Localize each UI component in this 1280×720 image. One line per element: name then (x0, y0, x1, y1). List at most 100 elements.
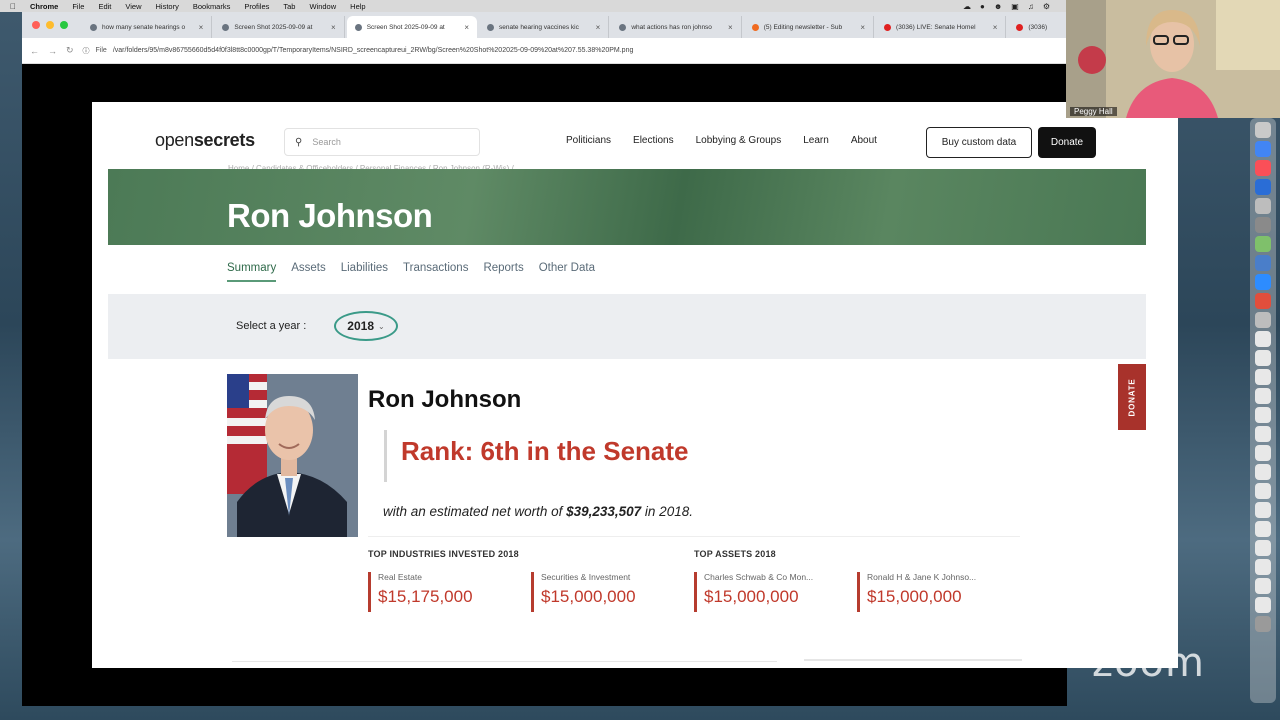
menubar-view[interactable]: View (125, 2, 141, 11)
close-tab-icon[interactable]: × (331, 23, 336, 32)
tab-label: (3036) LIVE: Senate Homel (896, 23, 976, 31)
tab-other-data[interactable]: Other Data (539, 262, 595, 282)
nav-about[interactable]: About (851, 135, 877, 146)
chrome-app-icon[interactable] (1255, 141, 1271, 157)
document-app-icon[interactable] (1255, 578, 1271, 594)
asset-label: Ronald H & Jane K Johnso... (867, 572, 977, 582)
close-window-button[interactable] (32, 21, 40, 29)
browser-tab[interactable]: what actions has ron johnso × (611, 16, 742, 38)
year-selector-bar: Select a year : 2018 ⌄ (108, 294, 1146, 359)
menubar-history[interactable]: History (156, 2, 179, 11)
record-icon[interactable]: ● (980, 2, 985, 11)
forward-arrow-icon[interactable]: → (48, 46, 57, 56)
cloud-app-icon[interactable] (1255, 236, 1271, 252)
screen-icon[interactable]: ▣ (1011, 2, 1019, 11)
user-icon[interactable]: ☻ (994, 2, 1002, 11)
menubar-tab[interactable]: Tab (283, 2, 295, 11)
browser-tab[interactable]: (3036) LIVE: Senate Homel × (876, 16, 1007, 38)
preview-app-icon[interactable] (1255, 255, 1271, 271)
back-arrow-icon[interactable]: ← (30, 46, 39, 56)
browser-tab[interactable]: how many senate hearings o × (82, 16, 213, 38)
document-app-icon[interactable] (1255, 597, 1271, 613)
google-favicon-icon (90, 23, 97, 31)
tab-reports[interactable]: Reports (483, 262, 523, 282)
donate-button[interactable]: Donate (1038, 127, 1096, 158)
document-app-icon[interactable] (1255, 388, 1271, 404)
utility-app-icon[interactable] (1255, 217, 1271, 233)
apple-icon[interactable]:  (10, 2, 16, 11)
browser-tab[interactable]: senate hearing vaccines kic × (479, 16, 610, 38)
reload-icon[interactable]: ↻ (66, 45, 74, 56)
close-tab-icon[interactable]: × (199, 23, 204, 32)
zoom-participant-video[interactable]: Peggy Hall (1066, 0, 1280, 118)
zoom-window-button[interactable] (60, 21, 68, 29)
url-field[interactable]: ⓘ File /var/folders/95/m8v86755660d5d4f0… (83, 46, 634, 56)
word-app-icon[interactable] (1255, 179, 1271, 195)
nav-lobbying-groups[interactable]: Lobbying & Groups (696, 135, 782, 146)
close-tab-icon[interactable]: × (596, 23, 601, 32)
close-tab-icon[interactable]: × (464, 23, 469, 32)
help-app-icon[interactable] (1255, 198, 1271, 214)
site-search-input[interactable]: ⚲ Search (284, 128, 480, 156)
menubar-edit[interactable]: Edit (98, 2, 111, 11)
lower-divider (232, 661, 777, 662)
browser-tab[interactable]: (5) Editing newsletter - Sub × (744, 16, 875, 38)
document-app-icon[interactable] (1255, 350, 1271, 366)
address-bar: ← → ↻ ⓘ File /var/folders/95/m8v86755660… (22, 38, 1067, 64)
year-select[interactable]: 2018 ⌄ (334, 311, 398, 341)
zoom-app-icon[interactable] (1255, 274, 1271, 290)
industry-card[interactable]: Real Estate $15,175,000 (368, 572, 518, 612)
document-app-icon[interactable] (1255, 483, 1271, 499)
trash-icon[interactable] (1255, 616, 1271, 632)
buy-custom-data-button[interactable]: Buy custom data (926, 127, 1032, 158)
document-app-icon[interactable] (1255, 445, 1271, 461)
logo-secrets-text: secrets (193, 130, 255, 150)
close-tab-icon[interactable]: × (860, 23, 865, 32)
document-app-icon[interactable] (1255, 464, 1271, 480)
nav-politicians[interactable]: Politicians (566, 135, 611, 146)
nav-elections[interactable]: Elections (633, 135, 674, 146)
minimize-window-button[interactable] (46, 21, 54, 29)
close-tab-icon[interactable]: × (728, 23, 733, 32)
tab-liabilities[interactable]: Liabilities (341, 262, 388, 282)
asset-card[interactable]: Charles Schwab & Co Mon... $15,000,000 (694, 572, 844, 612)
donate-side-tab[interactable]: DONATE (1118, 364, 1146, 430)
document-app-icon[interactable] (1255, 426, 1271, 442)
browser-tab[interactable]: (3036) (1008, 16, 1067, 38)
photo-app-icon[interactable] (1255, 293, 1271, 309)
nav-learn[interactable]: Learn (803, 135, 829, 146)
asset-card[interactable]: Ronald H & Jane K Johnso... $15,000,000 (857, 572, 1007, 612)
menubar-file[interactable]: File (72, 2, 84, 11)
document-app-icon[interactable] (1255, 502, 1271, 518)
help-app-icon[interactable] (1255, 312, 1271, 328)
menubar-profiles[interactable]: Profiles (244, 2, 269, 11)
opensecrets-logo[interactable]: opensecrets (155, 130, 255, 151)
document-app-icon[interactable] (1255, 540, 1271, 556)
browser-tab[interactable]: Screen Shot 2025-09-09 at × (214, 16, 345, 38)
search-placeholder: Search (312, 137, 341, 147)
document-app-icon[interactable] (1255, 521, 1271, 537)
industry-card[interactable]: Securities & Investment $15,000,000 (531, 572, 681, 612)
asset-value: $15,000,000 (704, 587, 799, 606)
tab-summary[interactable]: Summary (227, 262, 277, 282)
info-icon[interactable]: ⓘ (83, 46, 90, 56)
document-app-icon[interactable] (1255, 369, 1271, 385)
document-app-icon[interactable] (1255, 331, 1271, 347)
finder-app-icon[interactable] (1255, 122, 1271, 138)
browser-tab-active[interactable]: Screen Shot 2025-09-09 at × (346, 16, 477, 38)
mac-dock (1250, 118, 1276, 703)
control-center-icon[interactable]: ⚙ (1043, 2, 1050, 11)
music-app-icon[interactable] (1255, 160, 1271, 176)
menubar-window[interactable]: Window (309, 2, 336, 11)
tab-transactions[interactable]: Transactions (403, 262, 468, 282)
document-app-icon[interactable] (1255, 407, 1271, 423)
zoom-logo: zoom (1092, 640, 1205, 686)
tab-assets[interactable]: Assets (291, 262, 326, 282)
cloud-icon[interactable]: ☁ (963, 2, 971, 11)
menubar-help[interactable]: Help (350, 2, 365, 11)
close-tab-icon[interactable]: × (993, 23, 998, 32)
menubar-bookmarks[interactable]: Bookmarks (193, 2, 231, 11)
document-app-icon[interactable] (1255, 559, 1271, 575)
menubar-app-name[interactable]: Chrome (30, 2, 58, 11)
audio-icon[interactable]: ♫ (1028, 2, 1034, 11)
